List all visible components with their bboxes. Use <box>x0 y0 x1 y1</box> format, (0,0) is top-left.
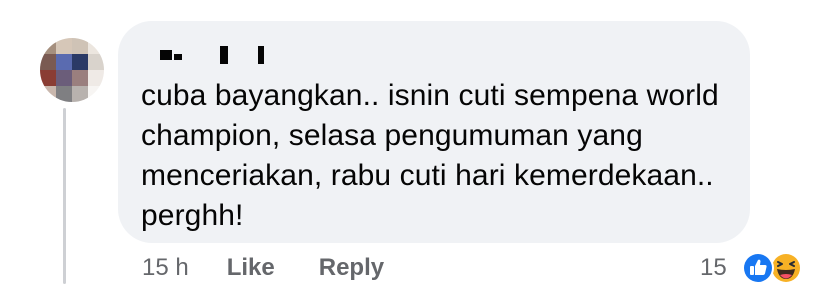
reply-button[interactable]: Reply <box>319 254 384 282</box>
thread-line <box>63 108 66 284</box>
reaction-count: 15 <box>700 254 727 281</box>
comment-line: cuba bayangkan.. isnin cuti sempena worl… <box>141 79 719 112</box>
like-icon <box>741 252 774 284</box>
comment-actions: 15 h Like Reply <box>142 253 428 283</box>
author-name-redacted[interactable] <box>160 44 270 66</box>
like-button[interactable]: Like <box>227 254 275 282</box>
comment-line: menceriakan, rabu cuti hari kemerdekaan.… <box>141 159 714 192</box>
timestamp[interactable]: 15 h <box>142 254 189 282</box>
comment-line: champion, selasa pengumuman yang <box>141 119 643 152</box>
avatar[interactable] <box>40 38 104 102</box>
comment-text: cuba bayangkan.. isnin cuti sempena worl… <box>141 76 741 236</box>
comment-line: perghh! <box>141 199 244 232</box>
reaction-icons <box>735 251 805 285</box>
reactions-summary[interactable]: 15 <box>700 251 805 285</box>
